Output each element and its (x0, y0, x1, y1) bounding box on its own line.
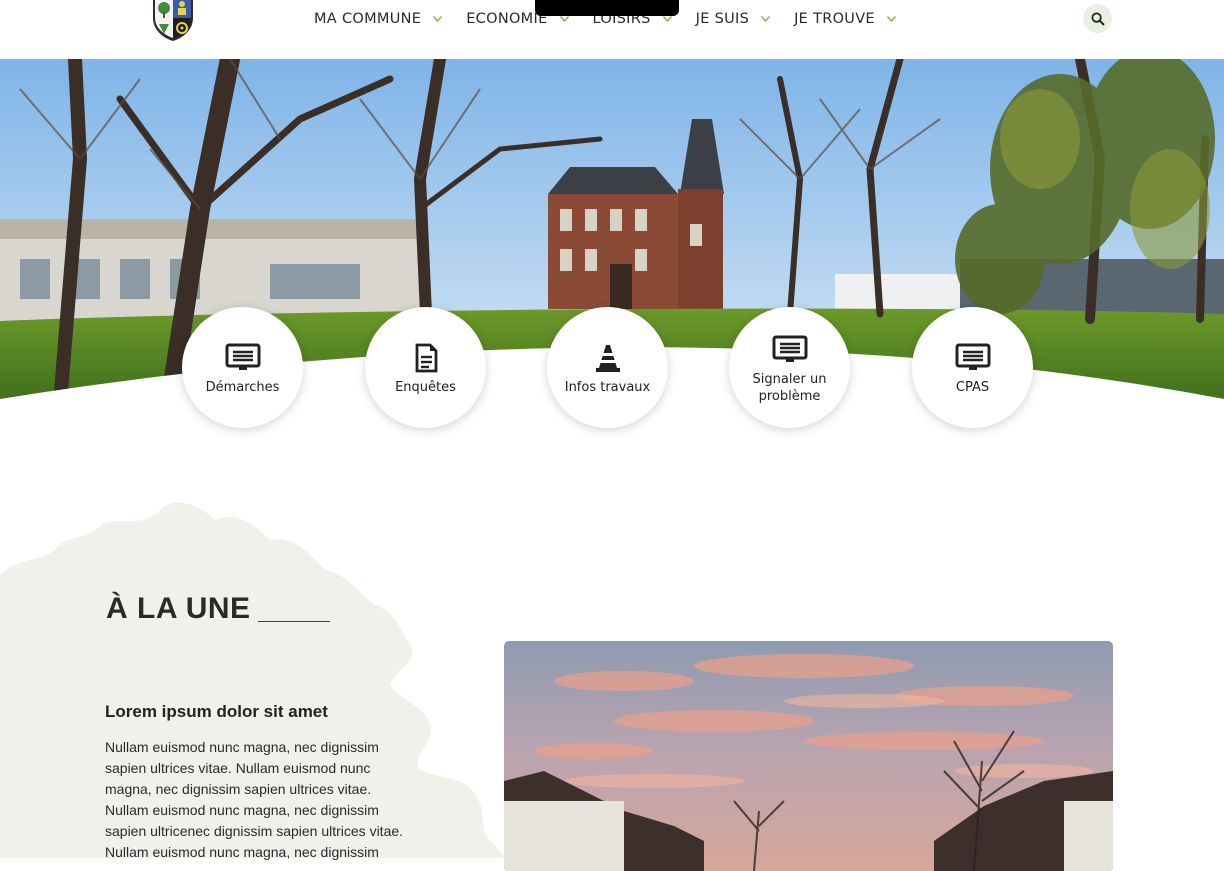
camera-notch (535, 0, 679, 16)
quick-link-demarches[interactable]: Démarches (182, 307, 303, 428)
quick-link-infos-travaux[interactable]: Infos travaux (547, 307, 668, 428)
chevron-down-icon (433, 16, 443, 22)
traffic-cone-icon (595, 345, 620, 372)
article-body: Nullam euismod nunc magna, nec dignissim… (105, 739, 404, 860)
quick-link-label: CPAS (955, 380, 990, 395)
article-title[interactable]: Lorem ipsum dolor sit amet (105, 702, 328, 722)
chevron-down-icon (761, 16, 771, 22)
screen-list-icon (772, 335, 807, 362)
screen-list-icon (955, 343, 990, 370)
quick-link-label: Enquêtes (395, 380, 456, 395)
nav-item-je-trouve[interactable]: JE TROUVE (794, 11, 896, 27)
nav-item-je-suis[interactable]: JE SUIS (695, 11, 771, 27)
quick-link-label: Démarches (205, 380, 280, 395)
search-button[interactable] (1083, 4, 1112, 33)
nav-item-ma-commune[interactable]: MA COMMUNE (314, 11, 443, 27)
quick-link-label: Signaler un problème (752, 371, 827, 404)
search-icon (1091, 12, 1105, 26)
coat-of-arms-icon[interactable] (151, 0, 195, 42)
quick-link-cpas[interactable]: CPAS (912, 307, 1033, 428)
quick-link-label: Infos travaux (564, 380, 651, 395)
nav-label: JE SUIS (695, 11, 750, 27)
article-photo[interactable] (504, 641, 1113, 871)
chevron-down-icon (662, 16, 672, 22)
quick-link-signaler[interactable]: Signaler un problème (729, 307, 850, 428)
chevron-down-icon (559, 16, 569, 22)
document-icon (415, 343, 437, 373)
chevron-down-icon (886, 16, 896, 22)
nav-label: MA COMMUNE (314, 11, 422, 27)
quick-link-enquetes[interactable]: Enquêtes (365, 307, 486, 428)
screen-list-icon (225, 343, 260, 370)
title-underline (258, 621, 330, 622)
nav-label: JE TROUVE (794, 11, 875, 27)
section-title: À LA UNE (106, 592, 251, 625)
